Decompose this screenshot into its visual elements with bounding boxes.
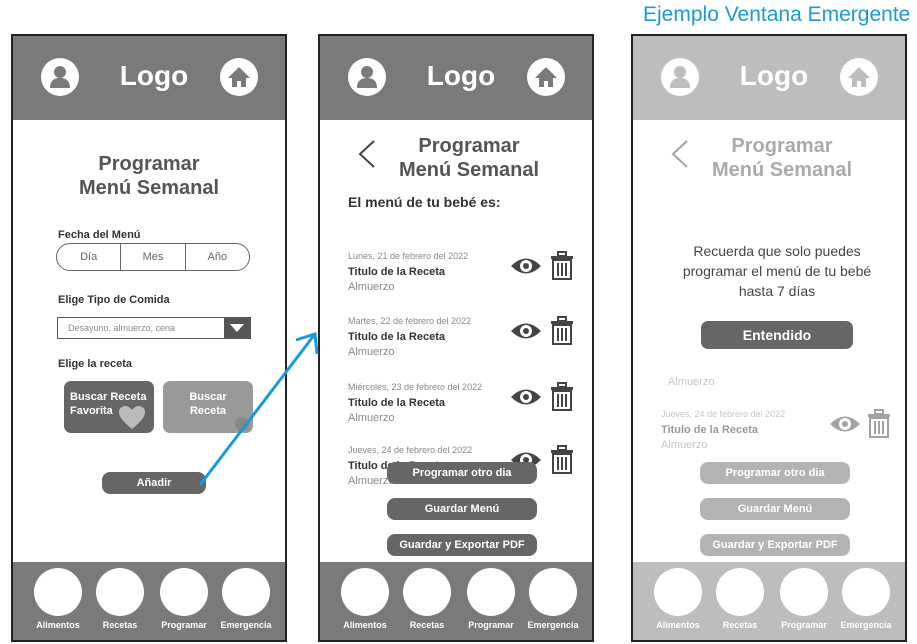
flow-arrow-icon — [198, 332, 319, 486]
